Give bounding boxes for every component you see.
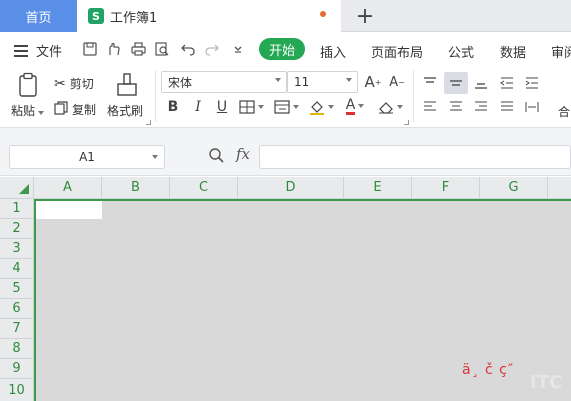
column-header-a[interactable]: A	[34, 177, 102, 199]
fill-color-icon[interactable]	[307, 98, 335, 116]
underline-button[interactable]: U	[213, 98, 231, 116]
paste-label: 粘贴	[11, 104, 36, 118]
tab-review[interactable]: 审阅	[551, 42, 571, 61]
row-header-1[interactable]: 1	[0, 199, 34, 219]
undo-icon[interactable]	[180, 41, 196, 57]
justify-icon[interactable]	[497, 98, 517, 116]
tab-bar: 首页 S 工作簿1 +	[0, 0, 571, 32]
bold-button[interactable]: B	[164, 98, 182, 116]
print-preview-icon[interactable]	[154, 41, 170, 57]
name-box[interactable]: A1	[9, 145, 165, 169]
decrease-font-icon[interactable]: A −	[388, 73, 406, 91]
italic-button[interactable]: I	[189, 98, 207, 116]
align-bottom-icon[interactable]	[471, 74, 491, 92]
align-right-icon[interactable]	[471, 98, 491, 116]
align-left-icon[interactable]	[420, 98, 440, 116]
file-menu-label: 文件	[36, 45, 63, 60]
workbook-title: 工作簿1	[110, 10, 158, 26]
copy-label: 复制	[72, 103, 97, 117]
row-header-4[interactable]: 4	[0, 259, 34, 279]
tab-workbook[interactable]: S 工作簿1	[77, 0, 341, 32]
print-icon[interactable]	[130, 41, 146, 57]
row-header-9[interactable]: 9	[0, 359, 34, 379]
ribbon-divider	[413, 70, 414, 122]
font-name-value: 宋体	[168, 75, 193, 90]
formula-input[interactable]	[259, 145, 571, 169]
row-header-5[interactable]: 5	[0, 279, 34, 299]
format-painter-icon[interactable]	[114, 72, 140, 98]
cell-style-icon[interactable]	[272, 98, 300, 116]
paste-button[interactable]: 粘贴	[11, 102, 45, 119]
cut-label: 剪切	[69, 77, 94, 91]
increase-indent-icon[interactable]	[522, 74, 542, 92]
tab-insert[interactable]: 插入	[320, 42, 346, 61]
row-header-6[interactable]: 6	[0, 299, 34, 319]
column-header-e[interactable]: E	[344, 177, 412, 199]
new-tab-button[interactable]: +	[352, 3, 378, 29]
font-name-select[interactable]: 宋体	[161, 71, 287, 93]
merge-button[interactable]: 合	[558, 103, 570, 120]
font-size-value: 11	[294, 75, 310, 89]
watermark-logo: ITC	[530, 372, 563, 393]
column-header-next[interactable]	[548, 177, 571, 199]
row-header-8[interactable]: 8	[0, 339, 34, 359]
zoom-formula-icon[interactable]	[208, 147, 226, 167]
redo-icon	[204, 41, 220, 57]
decrease-indent-icon[interactable]	[497, 74, 517, 92]
insert-function-button[interactable]: fx	[236, 145, 250, 163]
tab-data[interactable]: 数据	[500, 42, 526, 61]
column-header-f[interactable]: F	[412, 177, 480, 199]
scissors-icon: ✂	[54, 75, 66, 92]
row-header-7[interactable]: 7	[0, 319, 34, 339]
ribbon-divider	[155, 70, 156, 122]
distribute-icon[interactable]	[522, 98, 542, 116]
garbled-watermark-text: ä¸ č ç″	[462, 362, 515, 378]
tab-page-layout[interactable]: 页面布局	[371, 42, 423, 61]
active-cell-a1[interactable]	[36, 201, 102, 219]
row-header-2[interactable]: 2	[0, 219, 34, 239]
font-size-select[interactable]: 11	[287, 71, 358, 93]
select-all-icon	[19, 184, 29, 194]
align-top-icon[interactable]	[420, 74, 440, 92]
row-header-10[interactable]: 10	[0, 379, 34, 401]
clipboard-launcher-icon[interactable]	[146, 120, 151, 125]
increase-font-icon[interactable]: A +	[364, 73, 382, 91]
format-painter-label[interactable]: 格式刷	[107, 102, 143, 119]
hamburger-icon	[14, 44, 28, 57]
hand-icon[interactable]	[106, 41, 122, 57]
column-header-d[interactable]: D	[238, 177, 344, 199]
clear-format-icon[interactable]	[376, 98, 404, 116]
copy-icon	[54, 101, 68, 118]
column-header-g[interactable]: G	[480, 177, 548, 199]
name-box-value: A1	[79, 150, 95, 164]
font-color-label: A	[345, 96, 356, 115]
column-header-c[interactable]: C	[170, 177, 238, 199]
save-icon[interactable]	[82, 41, 98, 57]
customize-toolbar-icon[interactable]	[230, 41, 246, 57]
align-middle-icon[interactable]	[446, 74, 466, 92]
copy-button[interactable]: 复制	[54, 101, 96, 118]
file-menu-button[interactable]: 文件	[14, 41, 62, 60]
paste-icon[interactable]	[16, 72, 42, 98]
tab-formulas[interactable]: 公式	[448, 42, 474, 61]
align-center-icon[interactable]	[446, 98, 466, 116]
borders-icon[interactable]	[237, 98, 265, 116]
font-color-button[interactable]: A	[342, 96, 368, 116]
tab-home[interactable]: 首页	[0, 0, 77, 32]
select-all-button[interactable]	[0, 177, 34, 199]
row-header-3[interactable]: 3	[0, 239, 34, 259]
spreadsheet-icon: S	[88, 8, 104, 24]
cut-button[interactable]: ✂ 剪切	[54, 75, 94, 92]
tab-home-ribbon[interactable]: 开始	[259, 38, 305, 60]
font-launcher-icon[interactable]	[404, 120, 409, 125]
column-header-b[interactable]: B	[102, 177, 170, 199]
unsaved-dot-icon	[320, 11, 326, 17]
